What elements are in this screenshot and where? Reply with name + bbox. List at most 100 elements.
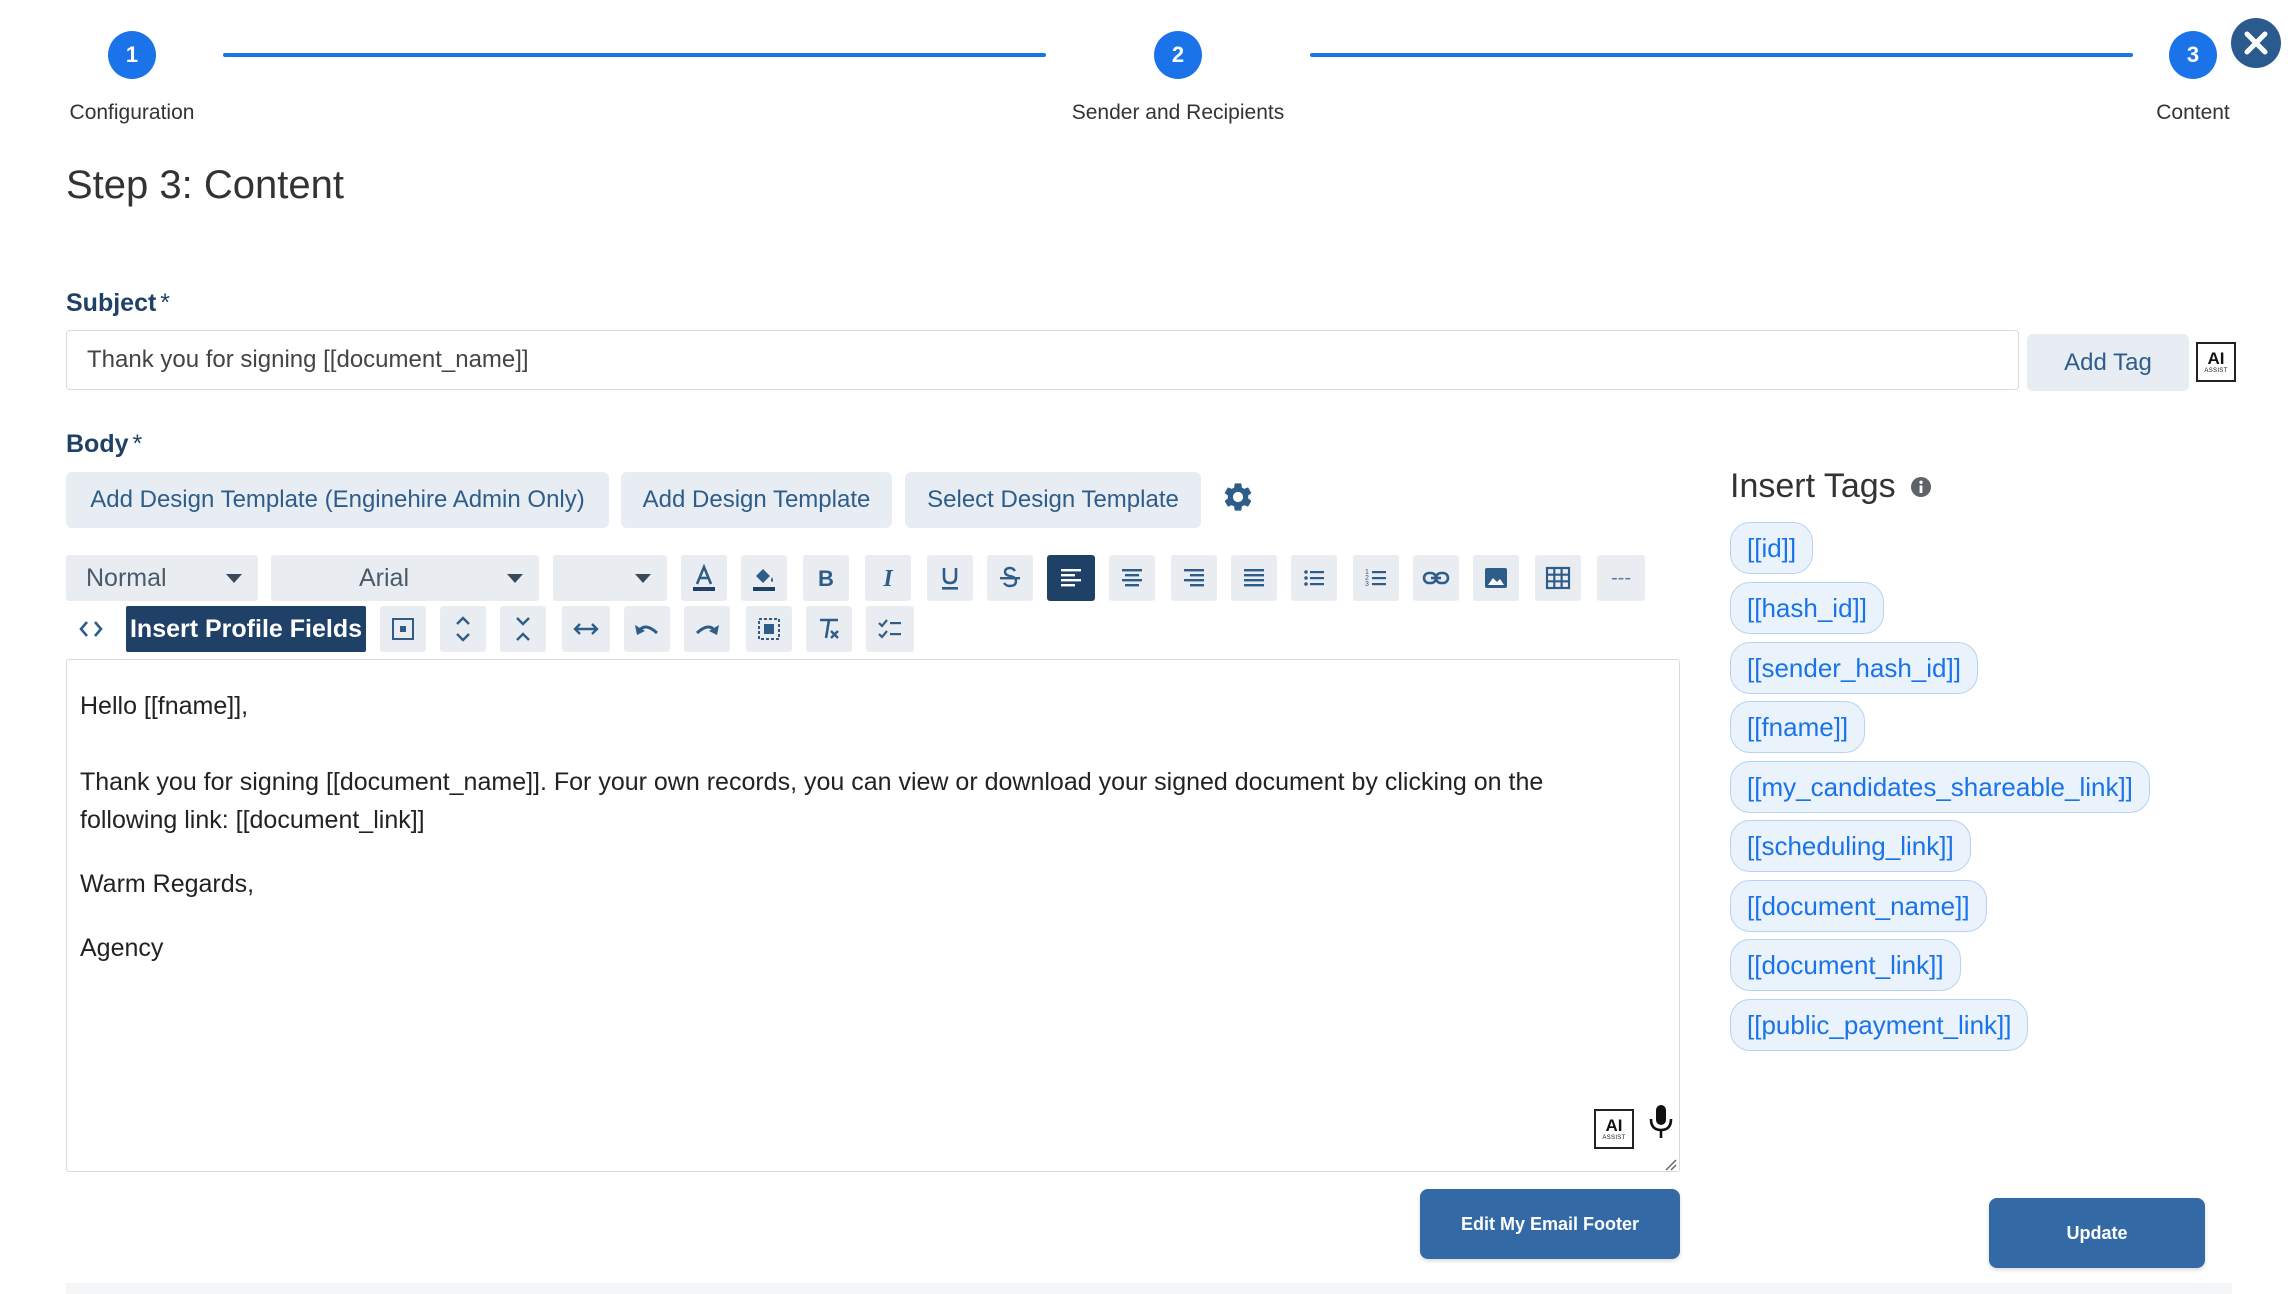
tag-hash-id[interactable]: [[hash_id]] — [1730, 582, 1884, 634]
expand-vertical-button[interactable] — [440, 606, 486, 652]
add-design-template-button[interactable]: Add Design Template — [621, 472, 892, 528]
step-2[interactable]: 2 Sender and Recipients — [1028, 31, 1328, 125]
italic-button[interactable]: I — [865, 555, 911, 601]
edit-email-footer-button[interactable]: Edit My Email Footer — [1420, 1189, 1680, 1259]
step-3-label: Content — [2156, 101, 2230, 124]
align-right-button[interactable] — [1171, 555, 1217, 601]
background-color-button[interactable] — [741, 555, 787, 601]
redo-icon — [695, 625, 719, 635]
text-color-icon — [693, 563, 715, 591]
editor-ai-assist-button[interactable]: AI ASSIST — [1594, 1109, 1634, 1149]
table-button[interactable] — [1535, 555, 1581, 601]
page-title: Step 3: Content — [66, 163, 344, 207]
resize-handle-icon[interactable] — [1663, 1157, 1677, 1171]
select-all-button[interactable] — [380, 606, 426, 652]
align-left-icon — [1061, 569, 1081, 587]
tag-document-name[interactable]: [[document_name]] — [1730, 880, 1987, 932]
email-body-editor[interactable]: Hello [[fname]], Thank you for signing [… — [66, 659, 1680, 1172]
step-connector-2 — [1310, 53, 2133, 57]
svg-text:3: 3 — [1365, 581, 1369, 588]
info-icon[interactable] — [1910, 476, 1932, 498]
expand-horizontal-button[interactable] — [562, 606, 610, 652]
align-justify-button[interactable] — [1231, 555, 1277, 601]
text-color-button[interactable] — [681, 555, 727, 601]
editor-line-signature: Agency — [80, 934, 164, 962]
body-required-marker: * — [132, 430, 143, 458]
bullet-list-button[interactable] — [1291, 555, 1337, 601]
bold-button[interactable]: B — [803, 555, 849, 601]
step-1-label: Configuration — [69, 101, 195, 124]
insert-tags-title-text: Insert Tags — [1730, 467, 1896, 505]
subject-input[interactable] — [66, 330, 2019, 390]
bottom-divider — [66, 1283, 2232, 1294]
align-left-button[interactable] — [1047, 555, 1095, 601]
strikethrough-button[interactable] — [987, 555, 1033, 601]
clear-formatting-button[interactable] — [806, 606, 852, 652]
email-content-step: 1 Configuration 2 Sender and Recipients … — [0, 0, 2288, 1294]
step-1-number: 1 — [108, 31, 156, 79]
close-button[interactable] — [2231, 18, 2281, 68]
subject-ai-assist-button[interactable]: AI ASSIST — [2196, 342, 2236, 382]
redo-button[interactable] — [684, 606, 730, 652]
insert-tags-title: Insert Tags — [1730, 467, 1932, 506]
format-select-value: Normal — [86, 563, 167, 592]
body-label: Body * — [66, 430, 142, 459]
tag-scheduling-link[interactable]: [[scheduling_link]] — [1730, 820, 1971, 872]
add-tag-button[interactable]: Add Tag — [2027, 334, 2189, 391]
bullet-list-icon — [1304, 570, 1324, 586]
source-code-button[interactable] — [66, 606, 116, 652]
editor-line-closing: Warm Regards, — [80, 870, 255, 898]
underline-button[interactable] — [927, 555, 973, 601]
chevron-down-icon — [507, 573, 523, 583]
format-select[interactable]: Normal — [66, 555, 258, 601]
editor-line-body-2: following link: [[document_link]] — [80, 806, 425, 834]
microphone-icon[interactable] — [1648, 1104, 1674, 1140]
horizontal-rule-button[interactable]: --- — [1597, 555, 1645, 601]
svg-text:I: I — [882, 566, 894, 592]
align-center-icon — [1122, 569, 1142, 587]
subject-label: Subject * — [66, 289, 170, 318]
checklist-icon — [878, 619, 901, 639]
collapse-vertical-icon — [516, 617, 530, 641]
select-block-button[interactable] — [746, 606, 792, 652]
tag-id[interactable]: [[id]] — [1730, 522, 1814, 574]
numbered-list-icon: 123 — [1365, 569, 1386, 588]
image-button[interactable] — [1473, 555, 1519, 601]
add-design-template-admin-button[interactable]: Add Design Template (Enginehire Admin On… — [66, 472, 609, 528]
tag-fname[interactable]: [[fname]] — [1730, 701, 1866, 753]
collapse-vertical-button[interactable] — [500, 606, 546, 652]
align-justify-icon — [1244, 569, 1264, 587]
tag-public-payment-link[interactable]: [[public_payment_link]] — [1730, 999, 2029, 1051]
bold-icon: B — [818, 566, 834, 591]
font-select-value: Arial — [359, 563, 410, 592]
select-block-icon — [758, 618, 780, 640]
font-size-select[interactable] — [553, 555, 667, 601]
ai-icon-label: AI — [1605, 1116, 1623, 1135]
checklist-button[interactable] — [866, 606, 914, 652]
tag-document-link[interactable]: [[document_link]] — [1730, 939, 1961, 991]
clear-format-icon — [820, 618, 839, 639]
tag-sender-hash-id[interactable]: [[sender_hash_id]] — [1730, 642, 1978, 694]
chevron-down-icon — [226, 573, 242, 583]
expand-horizontal-icon — [573, 623, 599, 635]
link-button[interactable] — [1413, 555, 1459, 601]
step-connector-1 — [223, 53, 1046, 57]
editor-line-body-1: Thank you for signing [[document_name]].… — [80, 768, 1544, 796]
step-3-number: 3 — [2169, 31, 2217, 79]
table-icon — [1545, 566, 1571, 590]
font-select[interactable]: Arial — [271, 555, 539, 601]
align-center-button[interactable] — [1109, 555, 1155, 601]
select-design-template-button[interactable]: Select Design Template — [905, 472, 1201, 528]
expand-vertical-icon — [456, 616, 470, 642]
tag-my-candidates-shareable-link[interactable]: [[my_candidates_shareable_link]] — [1730, 761, 2150, 813]
subject-label-text: Subject — [66, 289, 157, 317]
gear-icon[interactable] — [1221, 480, 1255, 514]
svg-text:B: B — [818, 566, 834, 591]
undo-button[interactable] — [624, 606, 670, 652]
paint-bucket-icon — [753, 569, 775, 591]
insert-profile-fields-button[interactable]: Insert Profile Fields — [126, 606, 366, 652]
update-button[interactable]: Update — [1989, 1198, 2205, 1268]
ai-icon-sublabel: ASSIST — [2204, 368, 2228, 374]
numbered-list-button[interactable]: 123 — [1353, 555, 1399, 601]
step-1[interactable]: 1 Configuration — [32, 31, 232, 125]
